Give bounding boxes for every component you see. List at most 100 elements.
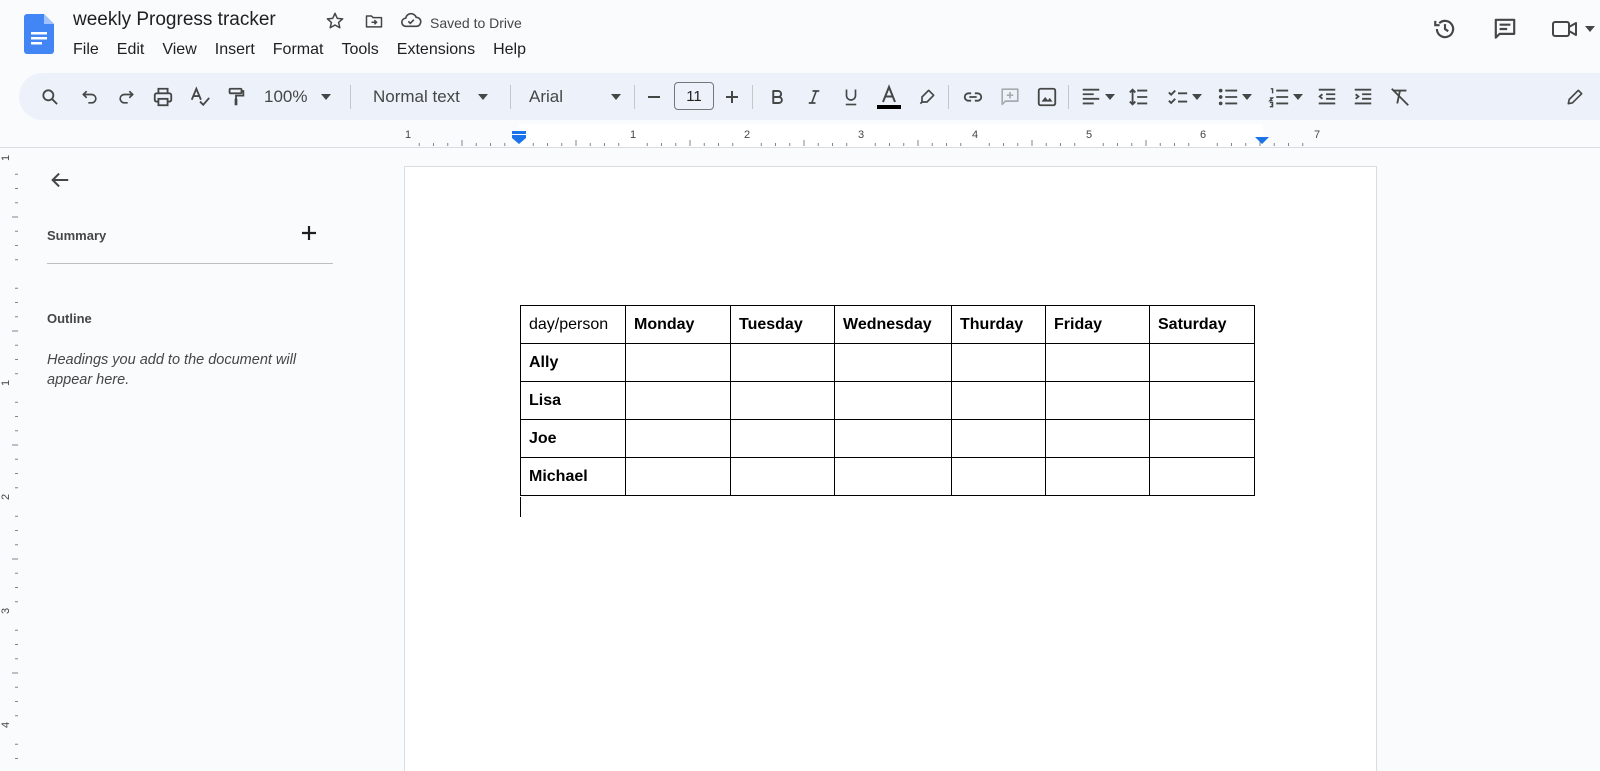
table-cell[interactable] xyxy=(834,381,952,420)
first-line-indent-marker-icon[interactable] xyxy=(512,131,526,134)
highlight-color-icon[interactable] xyxy=(914,84,940,110)
print-icon[interactable] xyxy=(150,84,176,110)
version-history-icon[interactable] xyxy=(1430,14,1460,44)
decrease-font-size-icon[interactable] xyxy=(642,84,666,110)
google-docs-app: weekly Progress tracker Saved to Drive F… xyxy=(0,0,1600,771)
title-bar: weekly Progress tracker Saved to Drive F… xyxy=(0,0,1600,70)
meet-video-icon[interactable] xyxy=(1550,14,1580,44)
table-cell[interactable] xyxy=(625,381,731,420)
toolbar-divider xyxy=(1068,85,1069,109)
table-cell[interactable] xyxy=(625,343,731,382)
insert-link-icon[interactable] xyxy=(960,84,986,110)
align-menu[interactable] xyxy=(1076,84,1118,110)
redo-icon[interactable] xyxy=(113,84,139,110)
table-cell[interactable] xyxy=(1045,457,1150,496)
move-folder-icon[interactable] xyxy=(363,10,385,32)
ruler-label: 1 xyxy=(630,129,636,141)
table-cell[interactable] xyxy=(951,343,1046,382)
document-title[interactable]: weekly Progress tracker xyxy=(73,9,276,31)
spellcheck-icon[interactable] xyxy=(187,84,213,110)
table-cell[interactable] xyxy=(730,381,835,420)
menu-help[interactable]: Help xyxy=(484,38,535,62)
table-cell[interactable]: Lisa xyxy=(520,381,626,420)
table-cell[interactable] xyxy=(834,419,952,458)
underline-icon[interactable] xyxy=(838,84,864,110)
table-cell[interactable] xyxy=(1149,419,1255,458)
paint-format-icon[interactable] xyxy=(223,84,249,110)
font-value: Arial xyxy=(529,87,564,106)
zoom-select[interactable]: 100% xyxy=(259,84,339,110)
table-cell[interactable] xyxy=(730,419,835,458)
cloud-done-icon xyxy=(400,11,422,34)
menu-file[interactable]: File xyxy=(64,38,108,62)
table-cell[interactable] xyxy=(730,457,835,496)
editing-mode-pencil-icon[interactable] xyxy=(1562,84,1588,110)
vertical-ruler[interactable]: 1 1 2 3 4 xyxy=(0,148,20,771)
decrease-indent-icon[interactable] xyxy=(1314,84,1340,110)
back-arrow-icon[interactable] xyxy=(46,166,74,194)
table-cell[interactable] xyxy=(834,343,952,382)
table-cell[interactable]: Tuesday xyxy=(730,305,835,344)
line-spacing-icon[interactable] xyxy=(1126,84,1152,110)
table-row: Lisa xyxy=(520,381,1255,420)
clear-formatting-icon[interactable] xyxy=(1387,84,1413,110)
star-icon[interactable] xyxy=(324,10,346,32)
numbered-list-menu[interactable] xyxy=(1263,84,1307,110)
menu-insert[interactable]: Insert xyxy=(206,38,264,62)
text-color-icon[interactable] xyxy=(875,84,903,110)
style-chevron-down-icon xyxy=(477,94,488,100)
add-summary-plus-icon[interactable] xyxy=(296,220,322,246)
progress-table[interactable]: day/person Monday Tuesday Wednesday Thur… xyxy=(520,305,1255,496)
table-cell[interactable] xyxy=(951,457,1046,496)
document-page[interactable]: day/person Monday Tuesday Wednesday Thur… xyxy=(404,166,1377,771)
font-select[interactable]: Arial xyxy=(524,84,634,110)
table-cell[interactable] xyxy=(730,343,835,382)
table-cell[interactable] xyxy=(951,381,1046,420)
table-cell[interactable]: Wednesday xyxy=(834,305,952,344)
insert-image-icon[interactable] xyxy=(1034,84,1060,110)
table-cell[interactable] xyxy=(1149,343,1255,382)
checklist-menu[interactable] xyxy=(1162,84,1206,110)
checklist-chevron-down-icon xyxy=(1191,94,1202,100)
undo-icon[interactable] xyxy=(77,84,103,110)
table-cell[interactable]: Friday xyxy=(1045,305,1150,344)
table-cell[interactable] xyxy=(1149,381,1255,420)
search-menus-icon[interactable] xyxy=(37,84,63,110)
increase-indent-icon[interactable] xyxy=(1350,84,1376,110)
menu-tools[interactable]: Tools xyxy=(332,38,387,62)
add-comment-icon[interactable] xyxy=(997,84,1023,110)
table-cell[interactable]: Saturday xyxy=(1149,305,1255,344)
align-chevron-down-icon xyxy=(1104,94,1115,100)
menu-view[interactable]: View xyxy=(153,38,205,62)
table-cell[interactable] xyxy=(625,419,731,458)
bulleted-list-menu[interactable] xyxy=(1212,84,1256,110)
table-cell[interactable] xyxy=(1149,457,1255,496)
table-cell[interactable]: Ally xyxy=(520,343,626,382)
table-cell[interactable]: Joe xyxy=(520,419,626,458)
menu-edit[interactable]: Edit xyxy=(108,38,154,62)
font-size-input[interactable]: 11 xyxy=(674,82,714,110)
table-cell[interactable] xyxy=(834,457,952,496)
table-cell[interactable] xyxy=(951,419,1046,458)
table-cell[interactable]: Monday xyxy=(625,305,731,344)
table-cell[interactable] xyxy=(625,457,731,496)
save-status[interactable]: Saved to Drive xyxy=(400,11,522,34)
italic-icon[interactable] xyxy=(801,84,827,110)
bold-icon[interactable] xyxy=(764,84,790,110)
increase-font-size-icon[interactable] xyxy=(720,84,744,110)
menu-extensions[interactable]: Extensions xyxy=(388,38,484,62)
docs-logo-icon[interactable] xyxy=(24,14,54,54)
table-cell[interactable] xyxy=(1045,381,1150,420)
table-cell[interactable]: Michael xyxy=(520,457,626,496)
outline-heading: Outline xyxy=(47,311,92,326)
ruler-label: 1 xyxy=(405,129,411,141)
table-cell[interactable] xyxy=(1045,419,1150,458)
table-cell[interactable]: day/person xyxy=(520,305,626,344)
comments-icon[interactable] xyxy=(1490,14,1520,44)
menu-format[interactable]: Format xyxy=(264,38,333,62)
table-cell[interactable]: Thurday xyxy=(951,305,1046,344)
paragraph-style-select[interactable]: Normal text xyxy=(365,84,500,110)
table-cell[interactable] xyxy=(1045,343,1150,382)
meet-chevron-down-icon[interactable] xyxy=(1580,14,1600,44)
horizontal-ruler[interactable]: 1 1 2 3 4 5 6 7 xyxy=(0,124,1600,148)
